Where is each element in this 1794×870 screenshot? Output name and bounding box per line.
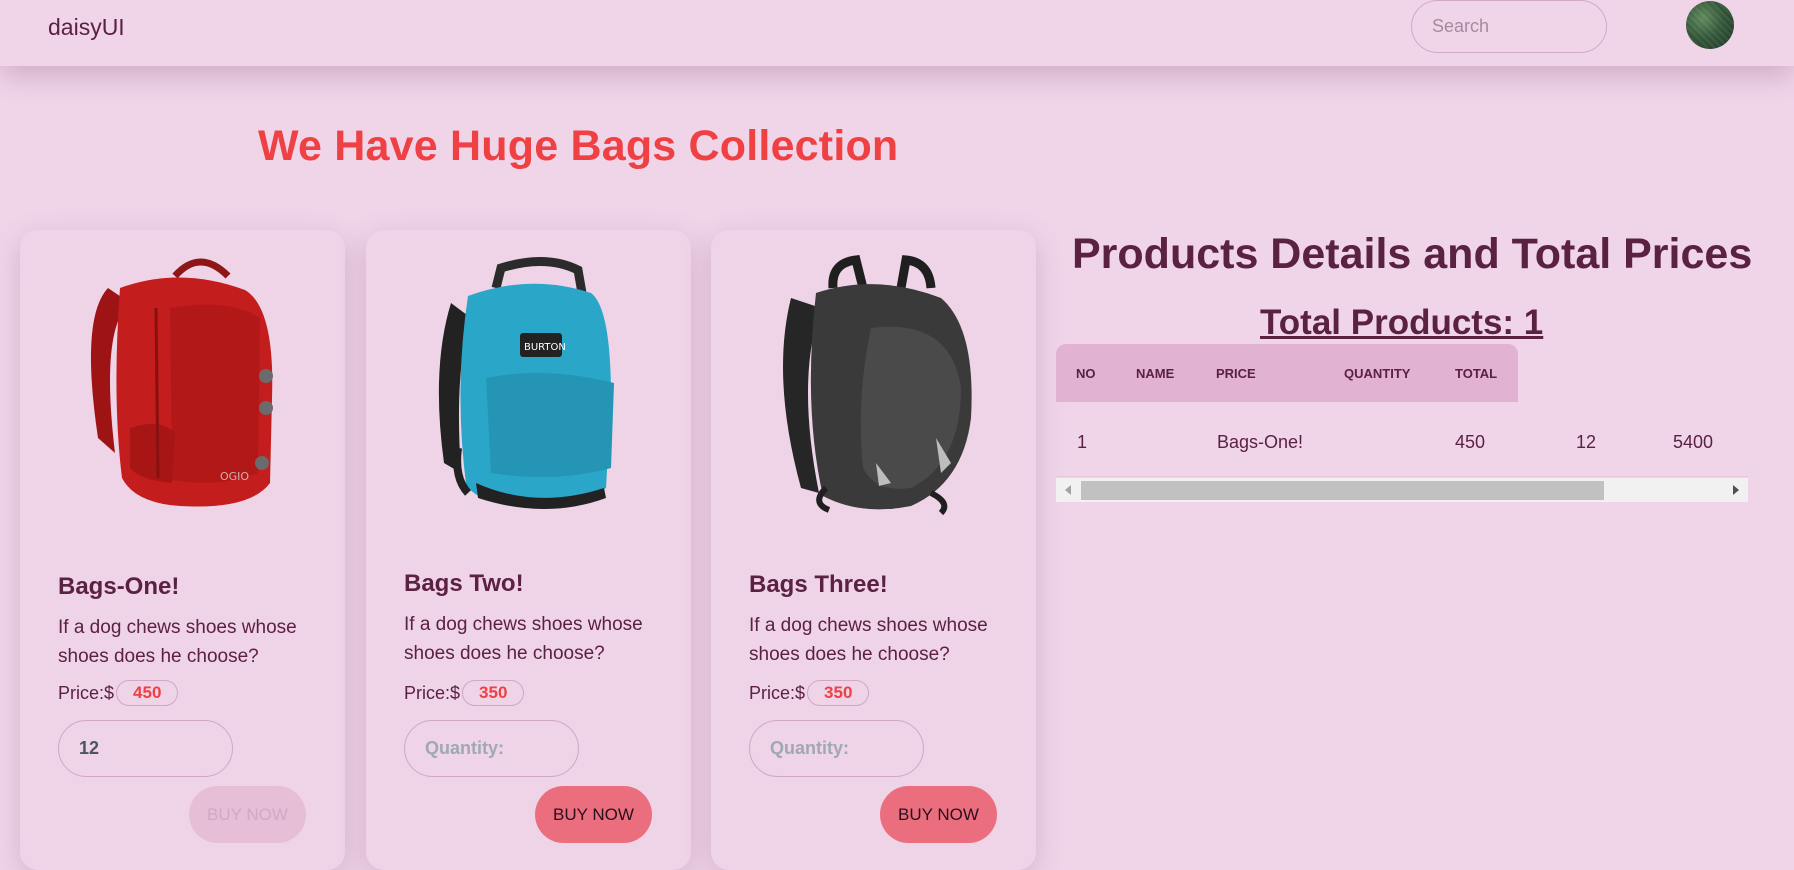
product-description: If a dog chews shoes whose shoes does he… bbox=[749, 615, 988, 665]
column-header-quantity: QUANTITY bbox=[1344, 366, 1411, 381]
table-cell-no: 1 bbox=[1077, 432, 1088, 452]
details-title: Products Details and Total Prices bbox=[1072, 230, 1753, 278]
total-products-count: Total Products: 1 bbox=[1260, 303, 1544, 342]
product-description: If a dog chews shoes whose shoes does he… bbox=[58, 617, 297, 667]
brand-logo[interactable]: daisyUI bbox=[48, 14, 125, 41]
page-title: We Have Huge Bags Collection bbox=[258, 122, 899, 170]
black-backpack-image bbox=[783, 255, 972, 516]
svg-text:BURTON: BURTON bbox=[524, 342, 566, 353]
price-label: Price:$ bbox=[404, 682, 461, 703]
buy-now-button[interactable]: BUY NOW bbox=[189, 786, 306, 843]
buy-now-button[interactable]: BUY NOW bbox=[535, 786, 652, 843]
price-row: Price:$ 450 bbox=[58, 680, 179, 706]
red-backpack-image: OGIO bbox=[90, 258, 273, 507]
product-title: Bags Three! bbox=[749, 571, 888, 598]
product-title: Bags-One! bbox=[58, 573, 180, 600]
product-title: Bags Two! bbox=[404, 570, 524, 597]
scroll-left-icon[interactable] bbox=[1065, 485, 1071, 495]
price-badge: 350 bbox=[807, 680, 870, 706]
horizontal-scrollbar[interactable] bbox=[1056, 478, 1748, 502]
table-cell-name: Bags-One! bbox=[1217, 432, 1304, 452]
scroll-right-icon[interactable] bbox=[1733, 485, 1739, 495]
table-cell-quantity: 12 bbox=[1576, 432, 1597, 452]
price-row: Price:$ 350 bbox=[404, 680, 525, 706]
search-input[interactable] bbox=[1411, 0, 1607, 53]
product-description: If a dog chews shoes whose shoes does he… bbox=[404, 614, 643, 664]
column-header-price: PRICE bbox=[1216, 366, 1256, 381]
products-table: NO NAME PRICE QUANTITY TOTAL 1 Bags-One!… bbox=[1056, 344, 1748, 502]
column-header-no: NO bbox=[1076, 366, 1096, 381]
product-card: Bags Three! If a dog chews shoes whose s… bbox=[711, 230, 1036, 870]
product-card: BURTON Bags Two! If a dog chews shoes wh… bbox=[366, 230, 691, 870]
price-label: Price:$ bbox=[749, 682, 806, 703]
column-header-name: NAME bbox=[1136, 366, 1175, 381]
price-label: Price:$ bbox=[58, 682, 115, 703]
price-badge: 450 bbox=[116, 680, 179, 706]
table-cell-total: 5400 bbox=[1673, 432, 1714, 452]
blue-backpack-image: BURTON bbox=[438, 256, 614, 509]
quantity-input[interactable] bbox=[749, 720, 924, 777]
scrollbar-thumb[interactable] bbox=[1081, 481, 1604, 500]
column-header-total: TOTAL bbox=[1455, 366, 1498, 381]
row-divider bbox=[1056, 476, 1748, 477]
price-row: Price:$ 350 bbox=[749, 680, 870, 706]
svg-text:OGIO: OGIO bbox=[220, 470, 249, 483]
quantity-input[interactable] bbox=[58, 720, 233, 777]
quantity-input[interactable] bbox=[404, 720, 579, 777]
buy-now-button[interactable]: BUY NOW bbox=[880, 786, 997, 843]
price-badge: 350 bbox=[462, 680, 525, 706]
product-card: OGIO Bags-One! If a dog chews shoes whos… bbox=[20, 230, 345, 870]
table-header bbox=[1056, 344, 1518, 402]
table-cell-price: 450 bbox=[1455, 432, 1486, 452]
avatar[interactable] bbox=[1686, 1, 1734, 49]
navbar: daisyUI bbox=[0, 0, 1794, 66]
